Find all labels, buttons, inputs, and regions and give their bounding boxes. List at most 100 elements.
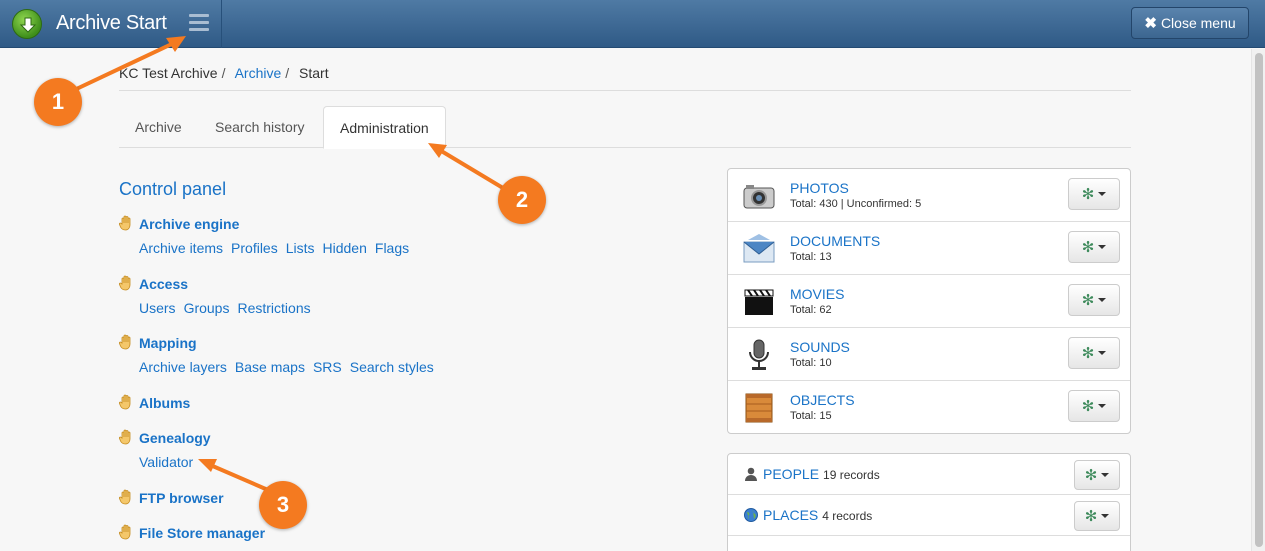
cp-section-heading[interactable]: FTP browser bbox=[119, 489, 224, 507]
control-panel-title: Control panel bbox=[119, 179, 227, 199]
cp-link[interactable]: Archive items bbox=[139, 240, 223, 256]
cp-link[interactable]: Flags bbox=[375, 240, 409, 256]
tab-archive[interactable]: Archive bbox=[119, 106, 198, 148]
cp-section: Genealogy Validator bbox=[119, 429, 211, 470]
people-name-link[interactable]: PLACES 4 records bbox=[763, 507, 872, 523]
tab-bar: Archive Search history Administration bbox=[119, 106, 1131, 149]
hand-icon bbox=[119, 334, 133, 353]
annotation-badge-1: 1 bbox=[34, 78, 82, 126]
hand-icon bbox=[119, 275, 133, 294]
brand: Archive Start bbox=[0, 0, 222, 48]
people-settings-button[interactable]: ✻ bbox=[1074, 501, 1120, 531]
cp-section-heading[interactable]: Archive engine bbox=[119, 215, 417, 233]
gear-icon: ✻ bbox=[1081, 291, 1095, 309]
menu-hamburger-icon[interactable] bbox=[189, 14, 209, 32]
people-count: 19 records bbox=[823, 468, 880, 482]
annotation-badge-3: 3 bbox=[259, 481, 307, 529]
people-row: PLACES 4 records ✻ bbox=[728, 495, 1130, 536]
cp-section-heading[interactable]: Albums bbox=[119, 394, 190, 412]
people-name: PLACES bbox=[763, 507, 819, 523]
chevron-down-icon bbox=[1098, 245, 1107, 249]
people-places-panel: PEOPLE 19 records ✻ PLACES 4 records ✻ bbox=[727, 453, 1131, 551]
media-settings-button[interactable]: ✻ bbox=[1068, 337, 1120, 369]
cp-link[interactable]: Archive layers bbox=[139, 359, 227, 375]
person-icon bbox=[744, 467, 758, 481]
cp-link[interactable]: Restrictions bbox=[237, 300, 310, 316]
media-name-link[interactable]: SOUNDS bbox=[790, 339, 850, 355]
scrollbar-thumb[interactable] bbox=[1255, 53, 1263, 547]
cp-link[interactable]: SRS bbox=[313, 359, 342, 375]
cp-section: Access Users Groups Restrictions bbox=[119, 275, 319, 316]
cp-links: Validator bbox=[139, 454, 211, 470]
media-row: MOVIES Total: 62 ✻ bbox=[728, 275, 1130, 328]
people-name: PEOPLE bbox=[763, 466, 820, 482]
top-bar: Archive Start ✖ Close menu bbox=[0, 0, 1265, 48]
media-name-link[interactable]: MOVIES bbox=[790, 286, 844, 302]
media-settings-button[interactable]: ✻ bbox=[1068, 231, 1120, 263]
people-count: 4 records bbox=[822, 509, 873, 523]
cp-section-label: Archive engine bbox=[139, 216, 240, 232]
hand-icon bbox=[119, 215, 133, 234]
cp-link[interactable]: Groups bbox=[184, 300, 230, 316]
app-title: Archive Start bbox=[56, 12, 167, 34]
crate-icon bbox=[742, 391, 776, 425]
cp-section-heading[interactable]: Access bbox=[119, 275, 319, 293]
cp-link[interactable]: Profiles bbox=[231, 240, 278, 256]
people-settings-button[interactable]: ✻ bbox=[1074, 460, 1120, 490]
gear-icon: ✻ bbox=[1084, 507, 1098, 525]
divider bbox=[119, 90, 1131, 91]
media-row: SOUNDS Total: 10 ✻ bbox=[728, 328, 1130, 381]
cp-links: Archive layers Base maps SRS Search styles bbox=[139, 359, 442, 375]
gear-icon: ✻ bbox=[1081, 397, 1095, 415]
chevron-down-icon bbox=[1098, 192, 1107, 196]
people-name-link[interactable]: PEOPLE 19 records bbox=[763, 466, 880, 482]
microphone-icon bbox=[742, 338, 776, 372]
breadcrumb-root: KC Test Archive bbox=[119, 65, 218, 81]
media-total: Total: 10 bbox=[790, 357, 832, 369]
close-menu-label: Close menu bbox=[1160, 15, 1236, 31]
cp-section-label: File Store manager bbox=[139, 525, 266, 541]
media-name-link[interactable]: OBJECTS bbox=[790, 392, 855, 408]
cp-link[interactable]: Search styles bbox=[350, 359, 434, 375]
media-total: Total: 430 | Unconfirmed: 5 bbox=[790, 198, 922, 210]
scrollbar[interactable] bbox=[1251, 49, 1265, 551]
cp-links: Archive items Profiles Lists Hidden Flags bbox=[139, 240, 417, 256]
media-name-link[interactable]: DOCUMENTS bbox=[790, 233, 880, 249]
cp-section-heading[interactable]: Genealogy bbox=[119, 429, 211, 447]
chevron-down-icon bbox=[1098, 351, 1107, 355]
media-settings-button[interactable]: ✻ bbox=[1068, 178, 1120, 210]
cp-section-heading[interactable]: File Store manager bbox=[119, 524, 265, 542]
cp-section: File Store manager bbox=[119, 524, 265, 542]
hand-icon bbox=[119, 489, 133, 508]
media-total: Total: 13 bbox=[790, 251, 832, 263]
media-row: DOCUMENTS Total: 13 ✻ bbox=[728, 222, 1130, 275]
media-settings-button[interactable]: ✻ bbox=[1068, 390, 1120, 422]
close-menu-button[interactable]: ✖ Close menu bbox=[1131, 7, 1249, 39]
hand-icon bbox=[119, 394, 133, 413]
cp-section: Albums bbox=[119, 394, 190, 412]
media-settings-button[interactable]: ✻ bbox=[1068, 284, 1120, 316]
media-panel: PHOTOS Total: 430 | Unconfirmed: 5 ✻ DOCUME… bbox=[727, 168, 1131, 434]
tab-search-history[interactable]: Search history bbox=[199, 106, 320, 148]
cp-link[interactable]: Lists bbox=[286, 240, 315, 256]
cp-link[interactable]: Users bbox=[139, 300, 176, 316]
cp-section: FTP browser bbox=[119, 489, 224, 507]
cp-link[interactable]: Validator bbox=[139, 454, 193, 470]
breadcrumb-current: Start bbox=[299, 65, 329, 81]
media-name-link[interactable]: PHOTOS bbox=[790, 180, 849, 196]
chevron-down-icon bbox=[1101, 473, 1110, 477]
cp-section-heading[interactable]: Mapping bbox=[119, 334, 442, 352]
envelope-icon bbox=[742, 232, 776, 266]
media-total: Total: 15 bbox=[790, 410, 832, 422]
annotation-arrow-3 bbox=[206, 462, 270, 492]
cp-section-label: Access bbox=[139, 276, 189, 292]
breadcrumb-archive-link[interactable]: Archive bbox=[235, 65, 282, 81]
cp-link[interactable]: Hidden bbox=[323, 240, 367, 256]
chevron-down-icon bbox=[1101, 514, 1110, 518]
hand-icon bbox=[119, 524, 133, 543]
cp-link[interactable]: Base maps bbox=[235, 359, 305, 375]
tab-administration[interactable]: Administration bbox=[323, 106, 446, 149]
camera-icon bbox=[742, 179, 776, 213]
gear-icon: ✻ bbox=[1081, 238, 1095, 256]
media-row: PHOTOS Total: 430 | Unconfirmed: 5 ✻ bbox=[728, 169, 1130, 222]
